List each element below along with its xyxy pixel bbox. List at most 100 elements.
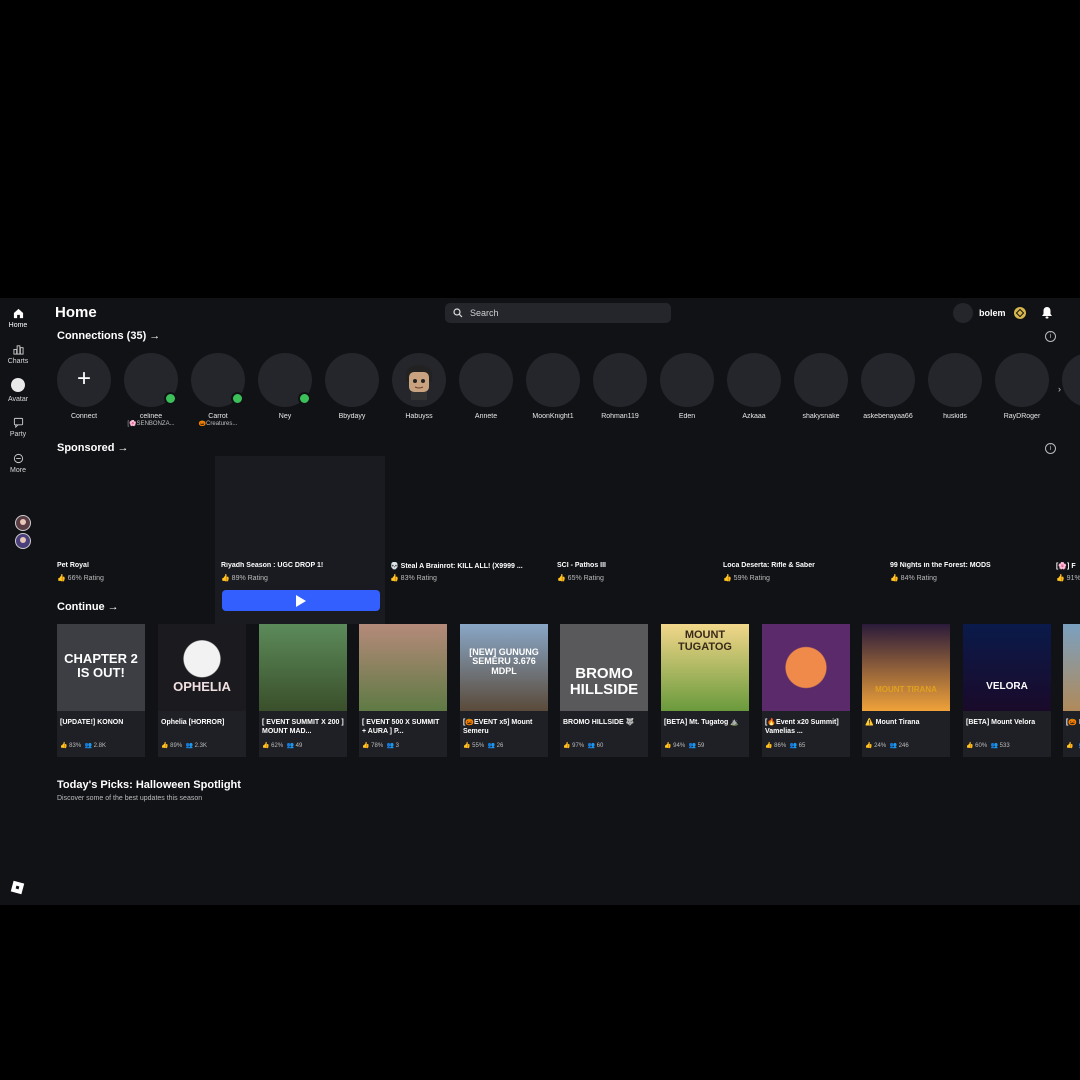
connection-name: Azkaaa [742, 413, 766, 420]
connection-item[interactable]: Rohman119 [592, 353, 648, 420]
info-icon[interactable]: i [1045, 331, 1056, 342]
connection-name: Connect [70, 413, 98, 420]
connection-name: shakysnake [802, 413, 840, 420]
game-card[interactable]: MOUNT TUGATOG [BETA] Mt. Tugatog ⛰️ 👍 94% … [661, 624, 749, 757]
connection-avatar [1062, 353, 1080, 407]
chevron-right-icon[interactable]: › [1058, 384, 1070, 398]
nav-charts-label: Charts [7, 358, 29, 365]
continue-header[interactable]: Continue → [57, 601, 119, 613]
game-card[interactable]: CHAPTER 2 IS OUT! [UPDATE!] KONON 👍 83% 👥 … [57, 624, 145, 757]
connection-item[interactable]: Habuyss [391, 353, 447, 420]
sponsored-rating: 👍 59% Rating [723, 575, 770, 582]
game-title: ⚠️ Mount Tirana [865, 719, 920, 726]
game-thumbnail: OPHELIA [158, 624, 246, 711]
nav-charts[interactable]: Charts [0, 344, 36, 365]
connection-name: Eden [678, 413, 696, 420]
arrow-right-icon: → [107, 601, 119, 613]
arrow-right-icon: → [149, 330, 161, 342]
connection-item[interactable]: Annete [458, 353, 514, 420]
sponsored-title: SCI - Pathos III [557, 562, 607, 569]
connection-item[interactable]: MoonKnight1 [525, 353, 581, 420]
home-icon [0, 308, 36, 322]
game-card[interactable]: VELORA [BETA] Mount Velora 👍 60% 👥 533 [963, 624, 1051, 757]
connection-avatar [727, 353, 781, 407]
connection-avatar [325, 353, 379, 407]
connection-name: hy [1061, 413, 1080, 420]
user-menu[interactable]: bolem [953, 303, 1026, 323]
connection-item[interactable]: Ney [257, 353, 313, 420]
connection-name: Ney [278, 413, 292, 420]
sponsored-title: Loca Deserta: Rifle & Saber [723, 562, 815, 569]
players-icon: 👥 [587, 743, 597, 749]
connections-header[interactable]: Connections (35) → [57, 330, 160, 342]
connection-item[interactable]: Eden [659, 353, 715, 420]
players-icon: 👥 [990, 743, 1000, 749]
game-card[interactable]: OPHELIA Ophelia [HORROR] 👍 89% 👥 2.3K [158, 624, 246, 757]
connection-item[interactable]: Bbydayy [324, 353, 380, 420]
recent-avatar-2[interactable] [15, 533, 31, 549]
connection-name: huskids [943, 413, 967, 420]
connection-item[interactable]: Azkaaa [726, 353, 782, 420]
play-button[interactable] [222, 590, 380, 611]
connection-item[interactable]: celinee [🌸SENBONZA... [123, 353, 179, 427]
game-card[interactable]: MOUNT TIRANA ⚠️ Mount Tirana 👍 24% 👥 246 [862, 624, 950, 757]
game-card[interactable]: [ EVENT 500 X SUMMIT + AURA ] P... 👍 78% … [359, 624, 447, 757]
thumbnail-text: BROMO HILLSIDE [569, 665, 639, 698]
search-input[interactable] [468, 307, 662, 319]
game-card[interactable]: [ EVENT SUMMIT X 200 ] MOUNT MAD... 👍 62%… [259, 624, 347, 757]
connection-item[interactable]: askebenayaa66 [860, 353, 916, 420]
thumbs-up-icon: 👍 [966, 743, 976, 749]
connection-avatar [928, 353, 982, 407]
game-thumbnail: VELORA [963, 624, 1051, 711]
nav-avatar[interactable]: Avatar [0, 378, 36, 403]
connect-button[interactable]: + Connect [56, 353, 112, 420]
nav-more[interactable]: More [0, 453, 36, 474]
connection-avatar [593, 353, 647, 407]
sponsored-header[interactable]: Sponsored → [57, 442, 128, 454]
game-stats: 👍 86% 👥 65 [765, 743, 806, 749]
players-icon: 👥 [84, 743, 94, 749]
thumbs-up-icon: 👍 [865, 743, 875, 749]
notification-bell-icon[interactable] [1041, 306, 1053, 319]
game-stats: 👍 97% 👥 60 [563, 743, 604, 749]
game-title: [🎃 Mo [1066, 719, 1080, 726]
game-card[interactable]: BROMO HILLSIDE BROMO HILLSIDE 🐺 👍 97% 👥 60 [560, 624, 648, 757]
picks-subtitle: Discover some of the best updates this s… [57, 795, 203, 802]
connection-item[interactable]: Carrot 🎃Creatures... [190, 353, 246, 427]
thumbnail-text: MOUNT TUGATOG [678, 629, 732, 653]
players-icon: 👥 [185, 743, 195, 749]
sponsored-title: Riyadh Season : UGC DROP 1! [221, 562, 324, 569]
game-stats: 👍 78% 👥 3 [362, 743, 399, 749]
connection-avatar [459, 353, 513, 407]
sponsored-title: 99 Nights in the Forest: MODS [890, 562, 991, 569]
connection-item[interactable]: shakysnake [793, 353, 849, 420]
nav-avatar-label: Avatar [7, 396, 29, 403]
game-card[interactable]: [NEW] GUNUNG SEMERU 3.676 MDPL [🎃EVENT x5… [460, 624, 548, 757]
connection-name: Annete [474, 413, 498, 420]
sponsored-title: 💀 Steal A Brainrot: KILL ALL! (X9999 ... [390, 563, 523, 570]
thumbs-up-icon: 👍 [765, 743, 775, 749]
game-thumbnail: [NEW] GUNUNG SEMERU 3.676 MDPL [460, 624, 548, 711]
players-icon: 👥 [889, 743, 899, 749]
players-icon: 👥 [789, 743, 799, 749]
sponsored-rating: 👍 89% Rating [221, 575, 268, 582]
nav-party[interactable]: Party [0, 417, 36, 438]
roblox-logo-icon[interactable] [10, 880, 25, 895]
game-title: Ophelia [HORROR] [161, 719, 225, 726]
recent-avatar-1[interactable] [15, 515, 31, 531]
picks-title: Today's Picks: Halloween Spotlight [57, 779, 241, 791]
game-card[interactable]: [🔥Event x20 Summit] Vamelias ... 👍 86% 👥 … [762, 624, 850, 757]
robux-icon[interactable] [1013, 307, 1026, 319]
game-card[interactable]: [🎃 Mo 👍 👥 [1063, 624, 1080, 757]
thumbs-up-icon: 👍 [557, 575, 568, 582]
game-title: [BETA] Mount Velora [966, 719, 1036, 726]
connection-avatar [995, 353, 1049, 407]
nav-home[interactable]: Home [0, 308, 36, 329]
plus-icon: + [76, 365, 91, 392]
connection-name: Habuyss [405, 413, 433, 420]
info-icon[interactable]: i [1045, 443, 1056, 454]
sponsored-title: Sponsored [57, 442, 115, 454]
connection-item[interactable]: huskids [927, 353, 983, 420]
search-bar[interactable] [445, 303, 671, 323]
connection-item[interactable]: RayDRoger [994, 353, 1050, 420]
